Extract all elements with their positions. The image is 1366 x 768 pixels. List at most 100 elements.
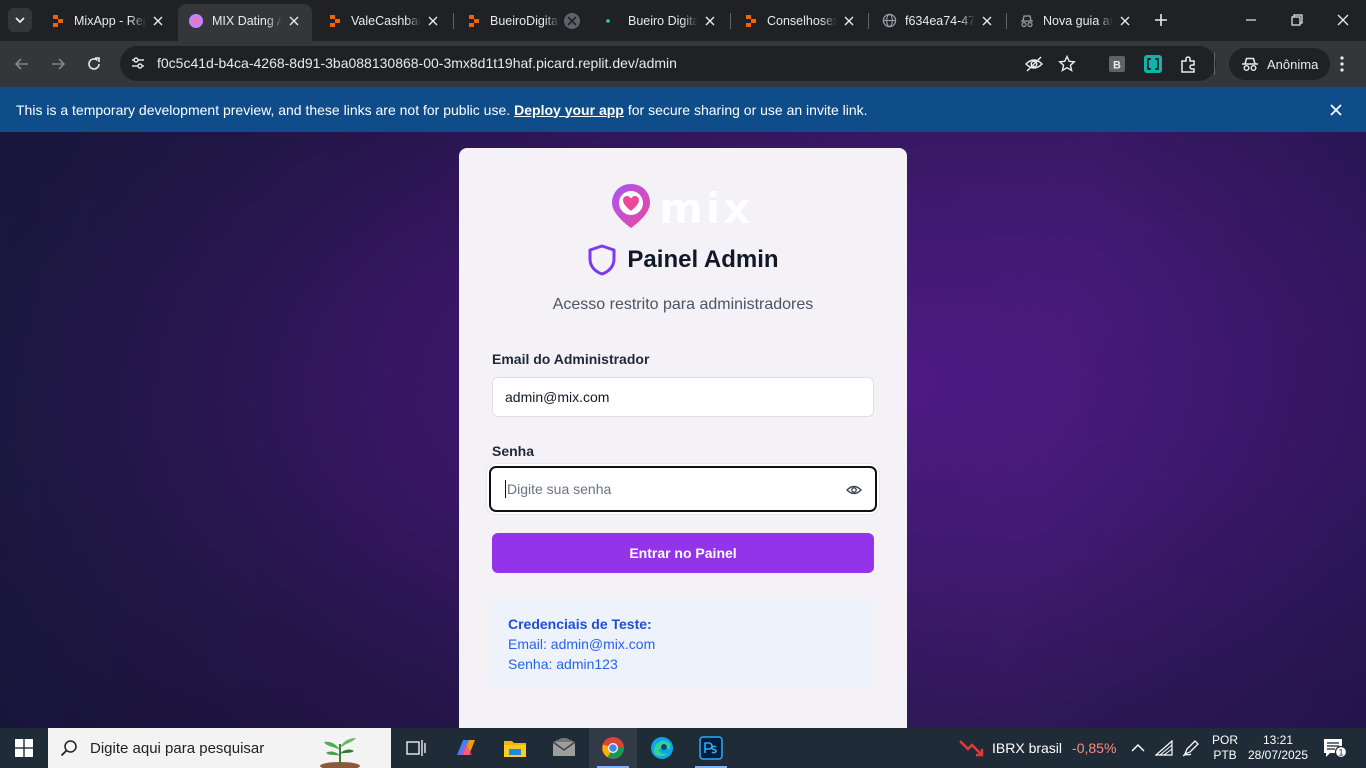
site-settings-icon[interactable] [128, 53, 148, 73]
start-button[interactable] [0, 728, 48, 768]
notification-icon: 1 [1324, 739, 1347, 758]
chrome-app[interactable] [589, 728, 637, 768]
language-indicator[interactable]: POR PTB [1212, 733, 1238, 763]
windows-logo-icon [15, 739, 33, 757]
taskbar-search-box[interactable]: Digite aqui para pesquisar [48, 728, 391, 768]
tab-close-icon[interactable] [150, 13, 166, 29]
mail-icon [552, 738, 576, 756]
close-icon [1330, 104, 1342, 116]
tab-uuid[interactable]: f634ea74-47 [871, 6, 1005, 35]
more-vertical-icon [1340, 56, 1344, 72]
tab-close-icon[interactable] [425, 13, 441, 29]
restore-button[interactable] [1274, 0, 1320, 40]
search-icon [60, 740, 77, 757]
close-window-button[interactable] [1320, 0, 1366, 40]
pen-icon[interactable] [1181, 738, 1201, 758]
photoshop-icon [699, 736, 723, 760]
new-tab-button[interactable] [1149, 8, 1173, 32]
tab-separator [730, 13, 731, 29]
banner-close-button[interactable] [1326, 100, 1346, 120]
clock-time: 13:21 [1262, 733, 1294, 747]
address-bar[interactable]: f0c5c41d-b4ca-4268-8d91-3ba088130868-00-… [120, 46, 1216, 81]
tab-bueiro-digital[interactable]: Bueiro Digital [594, 6, 728, 35]
stock-change: -0,85% [1072, 740, 1117, 756]
tab-search-button[interactable] [8, 8, 32, 32]
replit-icon [743, 13, 759, 29]
mix-logo: mix [609, 182, 759, 233]
tab-title: Bueiro Digital [628, 13, 698, 28]
tab-close-icon[interactable] [841, 13, 857, 29]
mail-app[interactable] [540, 728, 588, 768]
credentials-password: Senha: admin123 [508, 656, 618, 672]
windows-taskbar: Digite aqui para pesquisar IBRX brasil -… [0, 728, 1366, 768]
browser-menu-button[interactable] [1330, 52, 1354, 76]
network-icon[interactable] [1154, 738, 1174, 758]
photoshop-app[interactable] [687, 728, 735, 768]
edge-app[interactable] [638, 728, 686, 768]
back-button[interactable] [8, 50, 36, 78]
star-icon[interactable] [1055, 52, 1079, 76]
copilot-app[interactable] [442, 728, 490, 768]
tab-valecashback[interactable]: ValeCashback [317, 6, 451, 35]
minimize-icon [1246, 19, 1256, 21]
login-submit-button[interactable]: Entrar no Painel [492, 533, 874, 573]
stock-name: IBRX brasil [992, 740, 1063, 756]
forward-button[interactable] [44, 50, 72, 78]
deploy-link[interactable]: Deploy your app [514, 102, 624, 118]
password-field[interactable]: Digite sua senha [489, 466, 877, 512]
tab-close-icon[interactable] [979, 13, 995, 29]
replit-icon [466, 13, 482, 29]
tab-title: Nova guia anônima [1043, 13, 1113, 28]
task-view-icon [406, 740, 426, 756]
toolbar-separator [1214, 53, 1215, 75]
tab-nova-guia[interactable]: Nova guia anônima [1009, 6, 1143, 35]
credentials-heading: Credenciais de Teste: [508, 616, 652, 632]
tab-close-icon[interactable] [1117, 13, 1133, 29]
incognito-label: Anônima [1267, 56, 1319, 72]
page-subtitle: Acesso restrito para administradores [552, 296, 814, 313]
tab-close-icon[interactable] [564, 12, 580, 29]
extension-b-letter: B [1113, 60, 1121, 72]
stock-widget[interactable]: IBRX brasil -0,85% [958, 728, 1116, 768]
tab-mix-dating[interactable]: MIX Dating Admin [178, 4, 312, 41]
notification-center-button[interactable]: 1 [1322, 737, 1348, 759]
eye-off-icon[interactable] [1022, 52, 1046, 76]
folder-icon [504, 741, 526, 757]
password-placeholder: Digite sua senha [507, 481, 612, 497]
replit-icon [50, 13, 66, 29]
notification-count: 1 [1338, 748, 1343, 758]
reload-button[interactable] [80, 50, 108, 78]
tab-bueirodigital[interactable]: BueiroDigital [456, 6, 590, 35]
incognito-profile-button[interactable]: Anônima [1229, 48, 1331, 80]
tab-close-icon[interactable] [702, 13, 718, 29]
stock-down-icon [959, 740, 984, 757]
credentials-email: Email: admin@mix.com [508, 636, 656, 652]
tray-expand-button[interactable] [1128, 738, 1148, 758]
url-text: f0c5c41d-b4ca-4268-8d91-3ba088130868-00-… [157, 55, 677, 71]
tab-separator [1006, 13, 1007, 29]
logo-text: mix [659, 184, 754, 233]
tab-conselhosex[interactable]: Conselhosex [733, 6, 867, 35]
banner-text-end: for secure sharing or use an invite link… [627, 101, 868, 118]
tab-title: Conselhosex [767, 13, 837, 28]
tab-close-icon[interactable] [286, 13, 302, 29]
clock-date: 28/07/2025 [1247, 748, 1309, 762]
file-explorer-app[interactable] [491, 728, 539, 768]
title-row: Painel Admin [459, 244, 907, 276]
tab-mixapp[interactable]: MixApp - Replit [40, 6, 176, 35]
show-password-button[interactable] [845, 481, 863, 499]
replit-icon [327, 13, 343, 29]
extension-bracket-icon[interactable] [1142, 53, 1164, 75]
system-clock[interactable]: 13:21 28/07/2025 [1246, 733, 1310, 763]
location-heart-icon [612, 184, 650, 228]
minimize-button[interactable] [1228, 0, 1274, 40]
extension-b-icon[interactable]: B [1106, 53, 1128, 75]
tab-title: MixApp - Replit [74, 13, 146, 28]
tab-title: f634ea74-47 [905, 13, 975, 28]
email-label: Email do Administrador [492, 351, 650, 367]
email-field[interactable]: admin@mix.com [492, 377, 874, 417]
edge-icon [651, 737, 673, 759]
puzzle-icon[interactable] [1178, 53, 1200, 75]
task-view-button[interactable] [392, 728, 440, 768]
copilot-icon [457, 740, 475, 755]
